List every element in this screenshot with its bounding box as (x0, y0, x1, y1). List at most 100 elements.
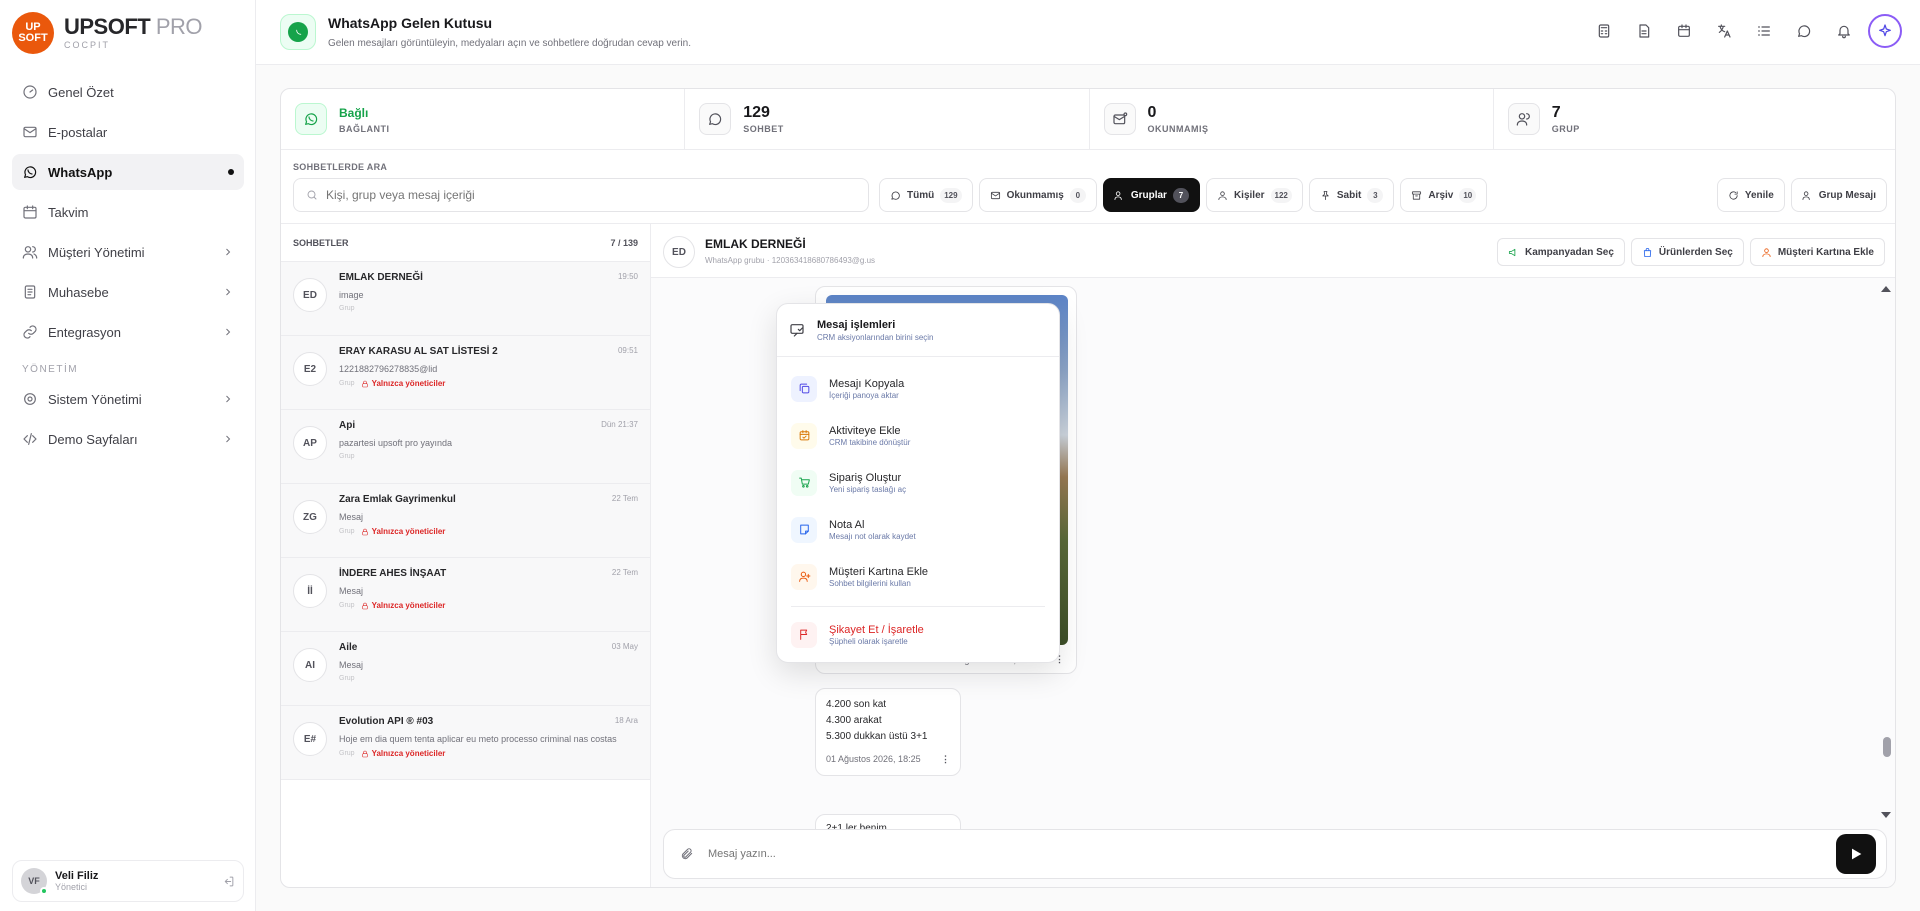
conversation-avatar: ED (663, 236, 695, 268)
nav-item-whatsapp[interactable]: WhatsApp (12, 154, 244, 190)
menu-divider (791, 606, 1045, 607)
gear-icon (24, 393, 36, 405)
logout-icon[interactable] (222, 875, 235, 888)
button-label: Yenile (1744, 189, 1774, 201)
chat-list-item[interactable]: E2 ERAY KARASU AL SAT LİSTESİ 2 09:51 122… (281, 336, 650, 410)
search-caption: SOHBETLERDE ARA (293, 162, 388, 172)
chat-list-item[interactable]: AP Api Dün 21:37 pazartesi upsoft pro yay… (281, 410, 650, 484)
paperclip-icon[interactable] (680, 847, 694, 861)
filter-contacts[interactable]: Kişiler 122 (1205, 178, 1303, 212)
chat-preview: pazartesi upsoft pro yayında (339, 438, 453, 448)
menu-item-add-activity[interactable]: Aktiviteye Ekle CRM takibine dönüştür (787, 412, 1049, 459)
stats-bar: Bağlı BAĞLANTI 129 SOHBET 0 OKUNMAMIŞ 7 GRUP (281, 89, 1895, 150)
menu-item-sub: CRM takibine dönüştür (829, 437, 911, 447)
refresh-icon (1729, 190, 1738, 200)
translate-icon[interactable] (1708, 15, 1740, 47)
nav-item-genel-ozet[interactable]: Genel Özet (12, 74, 244, 110)
chat-icon (699, 103, 732, 135)
nav-item-label: Sistem Yönetimi (48, 391, 142, 407)
chat-type-tag: Grup (339, 675, 355, 682)
menu-item-copy[interactable]: Mesajı Kopyala İçeriği panoya aktar (787, 365, 1049, 412)
campaign-select-button[interactable]: Kampanyadan Seç (1496, 238, 1625, 266)
calculator-icon[interactable] (1588, 15, 1620, 47)
filter-archive[interactable]: Arşiv 10 (1400, 178, 1488, 212)
chat-time: 22 Tem (611, 494, 638, 503)
user-icon (1762, 247, 1771, 257)
button-label: Kampanyadan Seç (1524, 246, 1614, 258)
button-label: Ürünlerden Seç (1658, 246, 1733, 258)
nav-item-sistem-yonetimi[interactable]: Sistem Yönetimi (12, 381, 244, 417)
nav-item-entegrasyon[interactable]: Entegrasyon (12, 314, 244, 350)
avatar: VF (21, 868, 48, 895)
message-actions-menu: Mesaj işlemleri CRM aksiyonlarından biri… (776, 303, 1060, 663)
product-select-button[interactable]: Ürünlerden Seç (1630, 238, 1744, 266)
chat-icon[interactable] (1788, 15, 1820, 47)
chat-preview: image (339, 290, 364, 300)
send-button[interactable] (1836, 834, 1876, 874)
menu-title: Mesaj işlemleri (817, 318, 896, 331)
list-icon[interactable] (1748, 15, 1780, 47)
chat-type-tag: Grup (339, 750, 355, 757)
more-options-icon[interactable]: ⋮ (941, 751, 950, 767)
button-label: Grup Mesajı (1818, 189, 1876, 201)
search-field[interactable] (293, 178, 869, 212)
send-icon (1852, 848, 1862, 860)
menu-item-take-note[interactable]: Nota Al Mesajı not olarak kaydet (787, 506, 1049, 553)
admins-only-label: Yalnızca yöneticiler (371, 379, 446, 388)
admins-only-badge: Yalnızca yöneticiler (361, 527, 445, 536)
menu-item-add-customer-card[interactable]: Müşteri Kartına Ekle Sohbet bilgilerini … (787, 553, 1049, 600)
brand[interactable]: UP SOFT UPSOFT PRO COCPIT (12, 12, 203, 54)
scroll-up-arrow[interactable] (1881, 286, 1891, 292)
chat-type-tag: Grup (339, 602, 355, 609)
menu-item-report[interactable]: Şikayet Et / İşaretle Şüpheli olarak işa… (787, 611, 1049, 658)
filter-groups[interactable]: Gruplar 7 (1102, 178, 1200, 212)
filter-pinned[interactable]: Sabit 3 (1308, 178, 1395, 212)
menu-item-create-order[interactable]: Sipariş Oluştur Yeni sipariş taslağı aç (787, 459, 1049, 506)
chat-list-count: 7 / 139 (610, 237, 638, 248)
nav-item-takvim[interactable]: Takvim (12, 194, 244, 230)
chat-type-tag: Grup (339, 528, 355, 535)
add-to-customer-card-button[interactable]: Müşteri Kartına Ekle (1749, 238, 1885, 266)
text-message[interactable]: 4.200 son kat 4.300 arakat 5.300 dukkan … (815, 688, 961, 776)
chat-list-item[interactable]: E# Evolution API ® #03 18 Ara Hoje em dia… (281, 706, 650, 780)
filter-unread[interactable]: Okunmamış 0 (978, 178, 1097, 212)
chat-avatar: İİ (293, 574, 327, 608)
user-card[interactable]: VF Veli Filiz Yönetici (12, 860, 244, 902)
group-message-button[interactable]: Grup Mesajı (1790, 178, 1887, 212)
filter-label: Gruplar (1130, 189, 1167, 201)
ai-assistant-icon[interactable] (1868, 14, 1902, 48)
filter-label: Okunmamış (1006, 189, 1064, 201)
calendar-icon[interactable] (1668, 15, 1700, 47)
message-actions-icon (790, 324, 804, 337)
user-name: Veli Filiz (55, 870, 99, 882)
scroll-down-arrow[interactable] (1881, 812, 1891, 818)
nav-item-label: Genel Özet (48, 84, 114, 100)
search-bar: SOHBETLERDE ARA Tümü 129 Okunmamış 0 Grupl… (281, 150, 1895, 224)
page-subtitle: Gelen mesajları görüntüleyin, medyaları … (328, 38, 691, 49)
message-composer (663, 829, 1887, 879)
filter-count: 3 (1367, 187, 1384, 203)
message-line: 4.300 arakat (826, 715, 882, 726)
brand-subtitle: COCPIT (64, 40, 111, 50)
refresh-button[interactable]: Yenile (1716, 178, 1785, 212)
search-input[interactable] (326, 188, 856, 202)
scrollbar-thumb[interactable] (1883, 737, 1891, 757)
document-icon[interactable] (1628, 15, 1660, 47)
nav-item-e-postalar[interactable]: E-postalar (12, 114, 244, 150)
chat-list-header: SOHBETLER 7 / 139 (281, 224, 650, 262)
nav-item-musteri-yonetimi[interactable]: Müşteri Yönetimi (12, 234, 244, 270)
chat-list-item[interactable]: İİ İNDERE AHES İNŞAAT 22 Tem Mesaj Grup Ya… (281, 558, 650, 632)
bell-icon[interactable] (1828, 15, 1860, 47)
bag-icon (1643, 247, 1652, 257)
message-input[interactable] (708, 848, 1822, 860)
chat-list-item[interactable]: ZG Zara Emlak Gayrimenkul 22 Tem Mesaj Gr… (281, 484, 650, 558)
whatsapp-icon (288, 22, 308, 42)
chat-avatar: AI (293, 648, 327, 682)
nav-item-demo-sayfalari[interactable]: Demo Sayfaları (12, 421, 244, 457)
chat-list-item[interactable]: ED EMLAK DERNEĞİ 19:50 image Grup (281, 262, 650, 336)
filter-all[interactable]: Tümü 129 (879, 178, 973, 212)
stat-value: 129 (743, 104, 770, 121)
nav-item-muhasebe[interactable]: Muhasebe (12, 274, 244, 310)
chat-list-item[interactable]: AI Aile 03 May Mesaj Grup (281, 632, 650, 706)
brand-name: UPSOFT PRO (64, 16, 203, 38)
